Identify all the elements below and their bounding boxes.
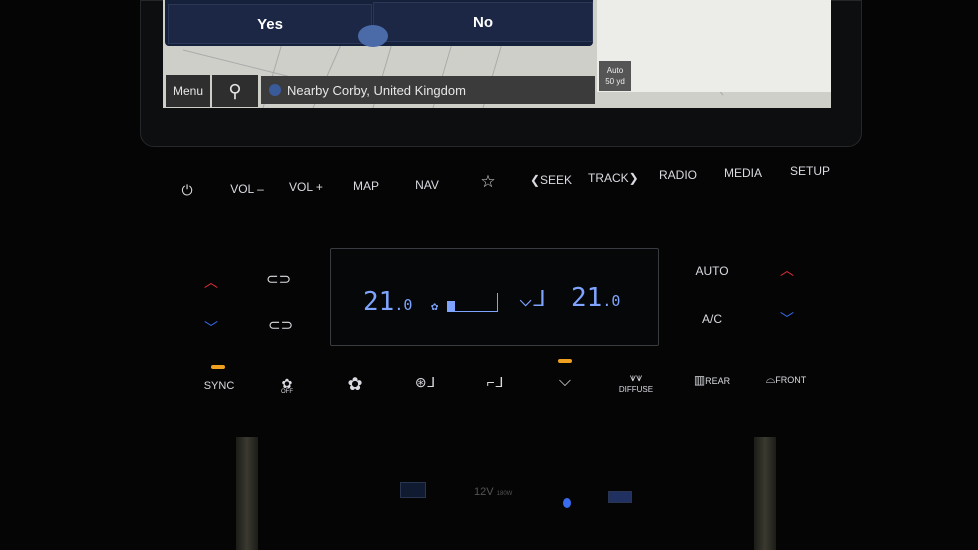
location-arrow-icon	[269, 84, 281, 96]
power-socket-label: 12V 180W	[474, 486, 513, 498]
fan-level-bar	[447, 293, 498, 312]
fan-off-button[interactable]: ✿ OFF	[276, 376, 298, 395]
favorite-star-icon[interactable]: ☆	[476, 172, 500, 192]
sync-button[interactable]: SYNC	[200, 380, 238, 392]
search-icon[interactable]: ⚲	[212, 75, 258, 107]
location-bar[interactable]: Nearby Corby, United Kingdom	[261, 76, 595, 104]
driver-temp: 21.0	[363, 287, 413, 317]
rear-defrost-button[interactable]: ▥REAR	[688, 373, 736, 387]
front-defrost-label: FRONT	[775, 375, 807, 385]
climate-display: 21.0 ✿ ⌵ᒧ 21.0	[330, 248, 659, 346]
ac-button[interactable]: A/C	[690, 312, 734, 326]
setup-button[interactable]: SETUP	[786, 164, 834, 178]
power-button[interactable]: ⏻	[176, 182, 198, 199]
wireless-charging-icon	[563, 498, 571, 508]
rear-defrost-icon: ▥	[693, 373, 706, 387]
auto-button[interactable]: AUTO	[690, 264, 734, 278]
scale-distance: 50 yd	[605, 77, 625, 86]
front-defrost-icon: ⌓	[765, 372, 776, 386]
track-button[interactable]: TRACK❯	[588, 171, 639, 185]
radio-button[interactable]: RADIO	[656, 168, 700, 182]
diffuse-label: DIFFUSE	[618, 385, 654, 394]
fan-icon: ✿	[431, 299, 439, 313]
yes-button[interactable]: Yes	[168, 4, 372, 44]
driver-temp-down-icon[interactable]: ﹀	[204, 318, 218, 338]
vol-up-button[interactable]: VOL +	[284, 180, 328, 194]
feet-mode-icon[interactable]: ⌵	[552, 373, 578, 391]
map-scale[interactable]: Auto 50 yd	[599, 61, 631, 91]
front-defrost-button[interactable]: ⌓FRONT	[758, 372, 814, 387]
airflow-feet-icon: ⌵ᒧ	[519, 287, 546, 312]
driver-temp-up-icon[interactable]: ︿	[204, 272, 218, 292]
defrost-face-mode-icon[interactable]: ⊛ᒧ	[412, 374, 438, 391]
no-button[interactable]: No	[373, 2, 593, 42]
face-mode-icon[interactable]: ⌐ᒧ	[482, 374, 508, 391]
media-button[interactable]: MEDIA	[720, 166, 766, 180]
rear-defrost-label: REAR	[705, 376, 731, 386]
fan-off-label: OFF	[281, 389, 293, 395]
scale-mode: Auto	[606, 66, 624, 75]
location-text: Nearby Corby, United Kingdom	[287, 82, 466, 98]
console-trim-right	[754, 437, 776, 550]
diffuse-button[interactable]: ⩛⩛ DIFFUSE	[616, 372, 656, 394]
vol-down-button[interactable]: VOL –	[225, 182, 269, 196]
recirculation-icon[interactable]: ⊂⊃	[266, 270, 291, 288]
passenger-temp-up-icon[interactable]: ︿	[780, 260, 794, 280]
usb-port-icon[interactable]	[400, 482, 426, 498]
sync-indicator	[211, 365, 225, 369]
fresh-air-icon[interactable]: ⊂⊃	[268, 316, 293, 334]
seek-button[interactable]: ❮SEEK	[528, 173, 574, 187]
console-trim-left	[236, 437, 258, 550]
map-right-pane[interactable]	[597, 0, 831, 92]
diffuse-icon: ⩛⩛	[629, 372, 643, 384]
fan-speed-icon[interactable]: ✿	[343, 374, 367, 395]
vehicle-position-icon	[358, 25, 388, 47]
usb-c-port-icon[interactable]	[608, 491, 632, 503]
feet-mode-indicator	[558, 359, 572, 363]
passenger-temp-down-icon[interactable]: ﹀	[780, 309, 794, 329]
menu-button[interactable]: Menu	[166, 75, 210, 107]
passenger-temp: 21.0	[571, 283, 621, 313]
nav-button[interactable]: NAV	[408, 178, 446, 192]
map-button[interactable]: MAP	[346, 179, 386, 193]
